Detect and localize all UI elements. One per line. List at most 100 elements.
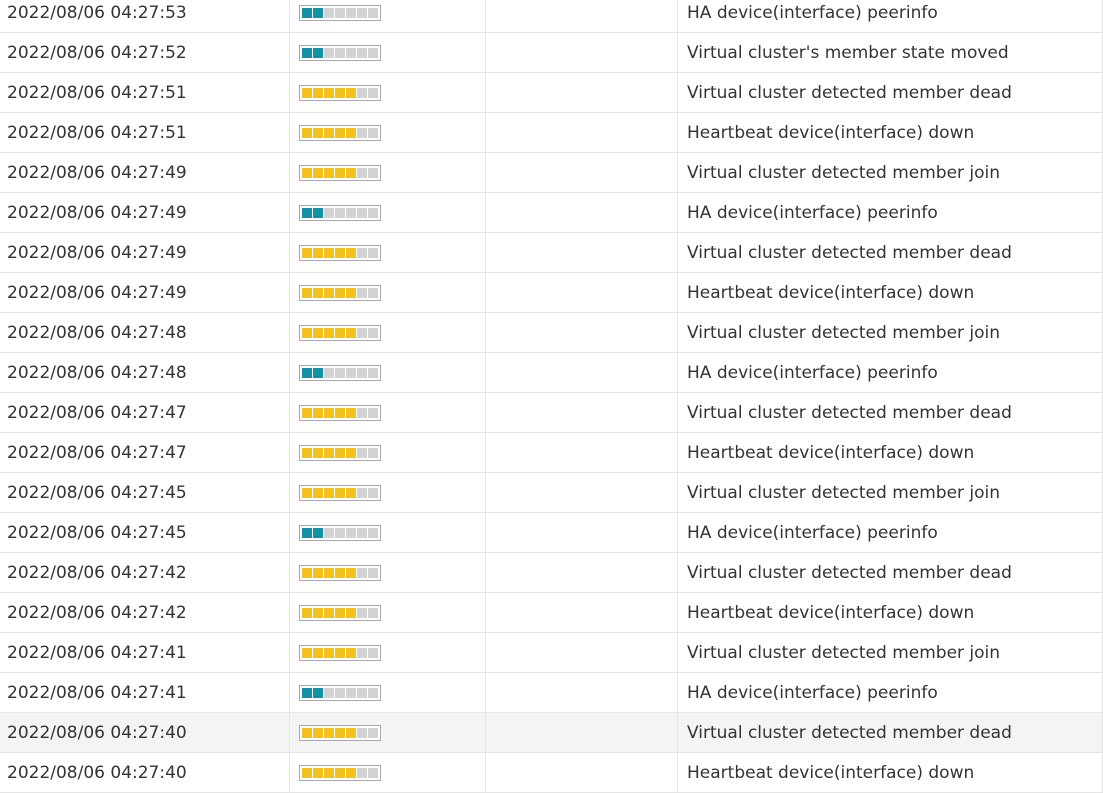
empty-cell [486, 0, 678, 32]
message-cell: Virtual cluster detected member join [687, 642, 1001, 663]
level-cell [290, 593, 486, 632]
table-row[interactable]: 2022/08/06 04:27:53 HA device(interface) … [0, 0, 1102, 33]
severity-segment [368, 527, 378, 538]
severity-segment [313, 287, 323, 298]
severity-level-meter [299, 244, 381, 261]
table-row[interactable]: 2022/08/06 04:27:42 Heartbeat device(inte… [0, 593, 1102, 633]
empty-cell [486, 193, 678, 232]
severity-level-meter [299, 644, 381, 661]
table-row[interactable]: 2022/08/06 04:27:49 Heartbeat device(inte… [0, 273, 1102, 313]
empty-cell [486, 553, 678, 592]
table-row[interactable]: 2022/08/06 04:27:40 Heartbeat device(inte… [0, 753, 1102, 793]
table-row[interactable]: 2022/08/06 04:27:47 Virtual cluster detec… [0, 393, 1102, 433]
severity-segment [357, 407, 367, 418]
table-row[interactable]: 2022/08/06 04:27:49 Virtual cluster detec… [0, 233, 1102, 273]
severity-segment [346, 87, 356, 98]
severity-segment [302, 607, 312, 618]
severity-segment [357, 727, 367, 738]
date-cell: 2022/08/06 04:27:51 [0, 113, 290, 152]
table-row[interactable]: 2022/08/06 04:27:48 HA device(interface) … [0, 353, 1102, 393]
severity-segment [324, 47, 334, 58]
severity-segment [368, 407, 378, 418]
date-cell: 2022/08/06 04:27:49 [0, 193, 290, 232]
severity-segment [335, 687, 345, 698]
severity-segment [346, 767, 356, 778]
table-row[interactable]: 2022/08/06 04:27:41 Virtual cluster detec… [0, 633, 1102, 673]
severity-level-meter [299, 484, 381, 501]
severity-level-meter [299, 44, 381, 61]
severity-segment [346, 647, 356, 658]
level-cell [290, 193, 486, 232]
message-cell: HA device(interface) peerinfo [687, 682, 938, 703]
severity-segment [313, 567, 323, 578]
severity-segment [313, 127, 323, 138]
table-row[interactable]: 2022/08/06 04:27:47 Heartbeat device(inte… [0, 433, 1102, 473]
table-row[interactable]: 2022/08/06 04:27:42 Virtual cluster detec… [0, 553, 1102, 593]
level-cell [290, 233, 486, 272]
date-cell: 2022/08/06 04:27:42 [0, 553, 290, 592]
severity-level-meter [299, 124, 381, 141]
severity-segment [302, 367, 312, 378]
severity-segment [357, 487, 367, 498]
severity-segment [357, 287, 367, 298]
severity-segment [313, 607, 323, 618]
severity-segment [335, 127, 345, 138]
message-cell: Virtual cluster detected member dead [687, 82, 1012, 103]
table-row[interactable]: 2022/08/06 04:27:40 Virtual cluster detec… [0, 713, 1102, 753]
severity-segment [313, 407, 323, 418]
severity-segment [346, 527, 356, 538]
table-row[interactable]: 2022/08/06 04:27:45 HA device(interface) … [0, 513, 1102, 553]
message-cell: Virtual cluster detected member dead [687, 562, 1012, 583]
severity-segment [346, 367, 356, 378]
message-cell: Virtual cluster detected member dead [687, 402, 1012, 423]
table-row[interactable]: 2022/08/06 04:27:49 Virtual cluster detec… [0, 153, 1102, 193]
severity-segment [302, 727, 312, 738]
message-cell: Virtual cluster detected member dead [687, 722, 1012, 743]
empty-cell [486, 713, 678, 752]
severity-segment [346, 487, 356, 498]
severity-segment [346, 127, 356, 138]
severity-segment [335, 727, 345, 738]
severity-segment [324, 727, 334, 738]
table-row[interactable]: 2022/08/06 04:27:48 Virtual cluster detec… [0, 313, 1102, 353]
message-cell: Heartbeat device(interface) down [687, 122, 975, 143]
severity-segment [335, 527, 345, 538]
date-cell: 2022/08/06 04:27:45 [0, 513, 290, 552]
severity-segment [324, 607, 334, 618]
date-cell: 2022/08/06 04:27:52 [0, 33, 290, 72]
severity-segment [302, 7, 312, 18]
severity-segment [368, 647, 378, 658]
table-row[interactable]: 2022/08/06 04:27:41 HA device(interface) … [0, 673, 1102, 713]
severity-segment [346, 447, 356, 458]
date-cell: 2022/08/06 04:27:40 [0, 753, 290, 792]
severity-segment [324, 687, 334, 698]
severity-level-meter [299, 404, 381, 421]
table-row[interactable]: 2022/08/06 04:27:52 Virtual cluster's mem… [0, 33, 1102, 73]
severity-segment [335, 287, 345, 298]
severity-segment [302, 167, 312, 178]
severity-segment [335, 407, 345, 418]
severity-segment [346, 727, 356, 738]
table-row[interactable]: 2022/08/06 04:27:45 Virtual cluster detec… [0, 473, 1102, 513]
severity-segment [313, 447, 323, 458]
table-row[interactable]: 2022/08/06 04:27:49 HA device(interface) … [0, 193, 1102, 233]
date-cell: 2022/08/06 04:27:47 [0, 393, 290, 432]
severity-segment [302, 767, 312, 778]
severity-segment [335, 367, 345, 378]
message-cell: Virtual cluster detected member join [687, 482, 1001, 503]
severity-segment [335, 607, 345, 618]
message-cell: Virtual cluster detected member dead [687, 242, 1012, 263]
severity-segment [368, 367, 378, 378]
date-cell: 2022/08/06 04:27:42 [0, 593, 290, 632]
severity-level-meter [299, 684, 381, 701]
severity-segment [302, 487, 312, 498]
severity-segment [368, 47, 378, 58]
severity-segment [335, 447, 345, 458]
severity-segment [335, 767, 345, 778]
table-row[interactable]: 2022/08/06 04:27:51 Heartbeat device(inte… [0, 113, 1102, 153]
level-cell [290, 353, 486, 392]
severity-segment [313, 7, 323, 18]
table-row[interactable]: 2022/08/06 04:27:51 Virtual cluster detec… [0, 73, 1102, 113]
severity-segment [335, 487, 345, 498]
severity-segment [346, 287, 356, 298]
